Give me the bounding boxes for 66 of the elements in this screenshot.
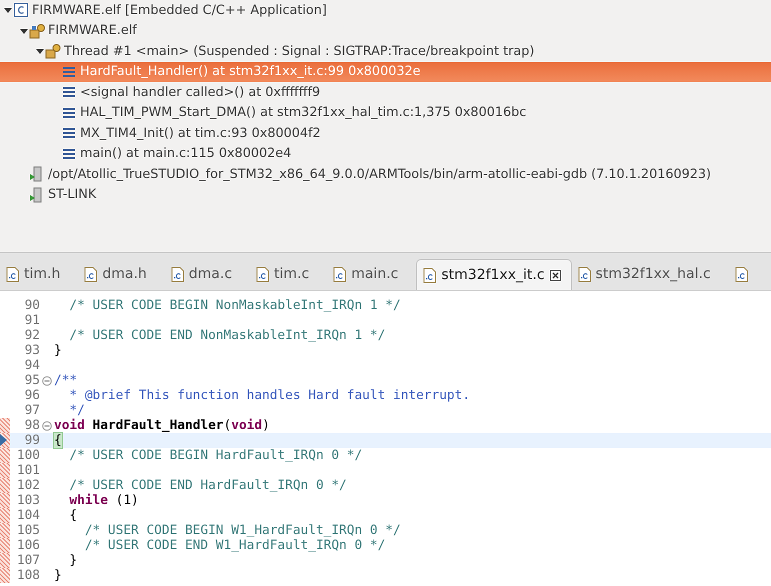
editor-tab[interactable]: main.c	[327, 259, 416, 290]
line-number: 105	[16, 523, 41, 538]
code-line: */	[68, 403, 85, 418]
code-line: }	[54, 343, 62, 358]
code-line: while (1)	[68, 493, 139, 508]
collapse-arrow-icon[interactable]	[35, 46, 45, 56]
tree-item[interactable]: <signal handler called>() at 0xfffffff9	[0, 82, 771, 102]
code-line: * @brief This function handles Hard fault interrupt.	[68, 388, 470, 403]
code-line: /* USER CODE END HardFault_IRQn 0 */	[68, 478, 347, 493]
fold-toggle-icon[interactable]	[42, 420, 52, 430]
tree-item[interactable]: MX_TIM4_Init() at tim.c:93 0x80004f2	[0, 123, 771, 144]
line-number: 104	[16, 508, 41, 523]
tree-item[interactable]: HAL_TIM_PWM_Start_DMA() at stm32f1xx_hal_tim.c:1,375 0x80016bc	[0, 102, 771, 123]
line-number: 102	[16, 478, 41, 493]
code-line: /* USER CODE BEGIN NonMaskableInt_IRQn 1 */	[68, 298, 401, 313]
line-number: 98	[24, 418, 41, 433]
code-line: {	[68, 508, 78, 523]
c-file-icon	[84, 267, 98, 282]
c-file-icon	[6, 267, 19, 282]
c-file-icon	[256, 267, 270, 282]
editor-tab[interactable]: stm32f1xx_it.c	[416, 259, 572, 290]
line-number: 106	[16, 538, 41, 553]
line-number: 93	[24, 343, 41, 358]
line-number: 96	[24, 388, 41, 403]
code-line: /* USER CODE END W1_HardFault_IRQn 0 */	[84, 538, 386, 553]
launch-config-icon	[13, 2, 29, 18]
code-line: }	[54, 568, 62, 583]
line-number: 97	[24, 403, 41, 418]
code-line: /* USER CODE BEGIN W1_HardFault_IRQn 0 */	[84, 523, 401, 538]
code-line: }	[68, 553, 78, 568]
line-number: 103	[16, 493, 41, 508]
c-file-icon	[578, 267, 591, 282]
c-file-icon	[423, 268, 436, 282]
c-file-icon	[734, 267, 748, 282]
editor-tab[interactable]: dma.c	[164, 259, 250, 290]
line-number: 90	[24, 298, 41, 313]
code-line: /* USER CODE END NonMaskableInt_IRQn 1 */	[68, 328, 386, 343]
code-line: /* USER CODE BEGIN HardFault_IRQn 0 */	[68, 448, 362, 463]
thread-icon	[45, 43, 61, 60]
c-file-icon	[333, 267, 346, 282]
tree-item[interactable]: FIRMWARE.elf	[0, 20, 771, 41]
editor-tab[interactable]: stm32f1xx_hal.c	[572, 259, 729, 290]
line-number: 100	[16, 448, 41, 463]
tree-item[interactable]: ST-LINK	[0, 184, 771, 205]
close-icon[interactable]	[550, 270, 561, 280]
line-number: 99	[24, 433, 41, 448]
collapse-arrow-icon[interactable]	[3, 5, 13, 16]
fold-toggle-icon[interactable]	[42, 376, 52, 386]
debug-target-icon	[29, 22, 45, 39]
tree-item[interactable]: main() at main.c:115 0x80002e4	[0, 144, 771, 164]
line-number: 91	[24, 313, 41, 328]
line-number: 95	[24, 373, 41, 388]
editor-tab[interactable]: tim.h	[0, 259, 78, 290]
tree-item[interactable]: FIRMWARE.elf [Embedded C/C++ Application]	[0, 0, 771, 20]
line-number: 92	[24, 328, 41, 343]
code-line: /**	[54, 373, 78, 388]
line-number: 108	[16, 568, 41, 583]
editor-tab[interactable]: dma.h	[78, 259, 165, 290]
tree-item[interactable]: Thread #1 <main> (Suspended : Signal : SIGTRAP:Trace/breakpoint trap)	[0, 41, 771, 62]
tree-item[interactable]: /opt/Atollic_TrueSTUDIO_for_STM32_x86_64_9.0.0/ARMTools/bin/arm-atollic-eabi-gdb (7.10.1.20160923)	[0, 164, 771, 184]
c-file-icon	[170, 267, 184, 282]
editor-tab[interactable]: tim.c	[250, 259, 328, 290]
line-number: 101	[16, 463, 41, 478]
line-number: 107	[16, 553, 41, 568]
line-number: 94	[24, 358, 41, 373]
code-line: void HardFault_Handler(void)	[54, 418, 270, 433]
